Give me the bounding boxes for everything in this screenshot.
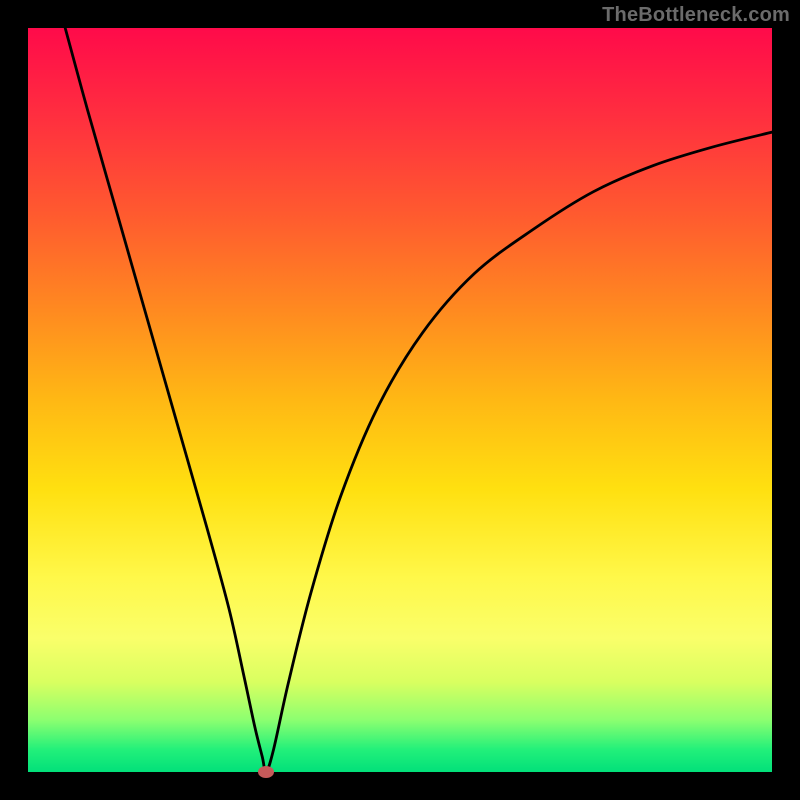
plot-area: [28, 28, 772, 772]
chart-frame: TheBottleneck.com: [0, 0, 800, 800]
watermark-text: TheBottleneck.com: [602, 4, 790, 27]
bottleneck-curve: [65, 28, 772, 772]
curve-layer: [28, 28, 772, 772]
min-marker: [258, 766, 274, 778]
